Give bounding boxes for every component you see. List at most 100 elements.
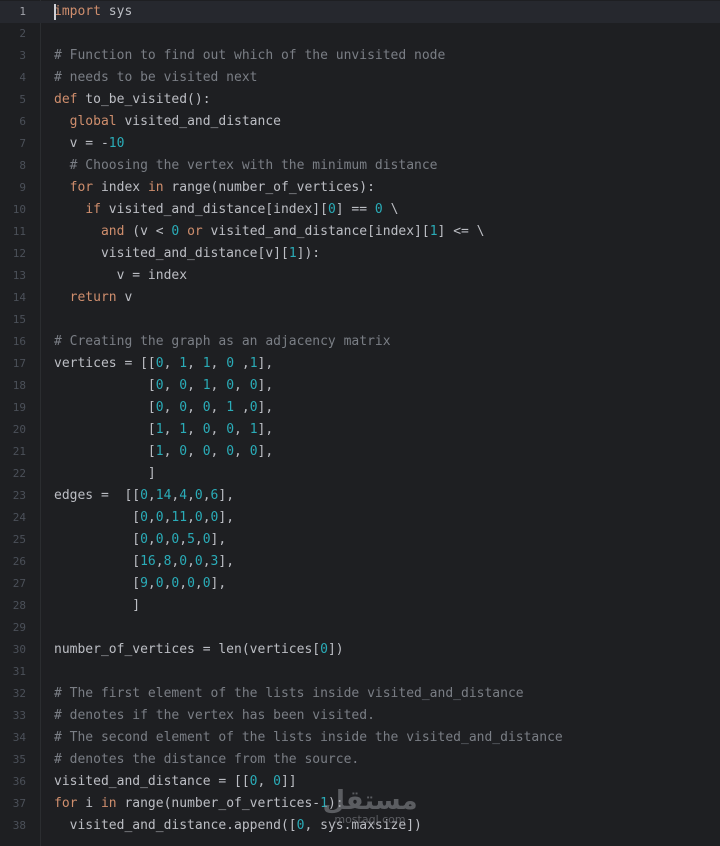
- code-token: 0: [179, 400, 188, 415]
- code-text[interactable]: if visited_and_distance[index][0] == 0 \: [54, 199, 398, 221]
- code-line[interactable]: 36 visited_and_distance = [[0, 0]]: [0, 771, 720, 793]
- code-line[interactable]: 22 ]: [0, 463, 720, 485]
- code-text[interactable]: # Function to find out which of the unvi…: [54, 45, 445, 67]
- code-line[interactable]: 31: [0, 661, 720, 683]
- code-token: ,: [147, 510, 156, 525]
- code-line[interactable]: 26 [16,8,0,0,3],: [0, 551, 720, 573]
- code-line[interactable]: 37 for i in range(number_of_vertices-1):: [0, 793, 720, 815]
- code-text[interactable]: number_of_vertices = len(vertices[0]): [54, 639, 344, 661]
- code-text[interactable]: global visited_and_distance: [54, 111, 281, 133]
- code-token: 0: [155, 400, 164, 415]
- code-line[interactable]: 8 # Choosing the vertex with the minimum…: [0, 155, 720, 177]
- code-line[interactable]: 11 and (v < 0 or visited_and_distance[in…: [0, 221, 720, 243]
- code-token: 0: [179, 554, 188, 569]
- code-text[interactable]: # Creating the graph as an adjacency mat…: [54, 331, 391, 353]
- code-text[interactable]: and (v < 0 or visited_and_distance[index…: [54, 221, 485, 243]
- code-line[interactable]: 38 visited_and_distance.append([0, sys.m…: [0, 815, 720, 837]
- code-text[interactable]: [0,0,0,5,0],: [54, 529, 226, 551]
- code-text[interactable]: ]: [54, 595, 140, 617]
- line-number: 34: [12, 731, 26, 744]
- code-token: 0: [140, 532, 148, 547]
- line-number: 14: [12, 291, 26, 304]
- code-text[interactable]: [1, 0, 0, 0, 0],: [54, 441, 273, 463]
- code-line[interactable]: 32 # The first element of the lists insid…: [0, 683, 720, 705]
- code-line[interactable]: 9 for index in range(number_of_vertices)…: [0, 177, 720, 199]
- code-token: v: [116, 290, 133, 305]
- code-line[interactable]: 15: [0, 309, 720, 331]
- code-token: 0: [320, 642, 328, 657]
- code-token: ,: [194, 576, 203, 591]
- code-text[interactable]: v = index: [54, 265, 187, 287]
- code-line[interactable]: 23 edges = [[0,14,4,0,6],: [0, 485, 720, 507]
- code-token: 0: [249, 774, 258, 789]
- line-number: 28: [12, 599, 26, 612]
- code-text[interactable]: for i in range(number_of_vertices-1):: [54, 793, 344, 815]
- code-line[interactable]: 29: [0, 617, 720, 639]
- code-token: for: [54, 796, 78, 811]
- code-line[interactable]: 7 v = -10: [0, 133, 720, 155]
- code-token: 0: [249, 444, 258, 459]
- code-text[interactable]: # denotes if the vertex has been visited…: [54, 705, 375, 727]
- code-line[interactable]: 13 v = index: [0, 265, 720, 287]
- code-line[interactable]: 34 # The second element of the lists insi…: [0, 727, 720, 749]
- code-text[interactable]: visited_and_distance = [[0, 0]]: [54, 771, 297, 793]
- code-text[interactable]: for index in range(number_of_vertices):: [54, 177, 375, 199]
- code-text[interactable]: # Choosing the vertex with the minimum d…: [54, 155, 438, 177]
- code-token: 1: [429, 224, 438, 239]
- code-text[interactable]: [0, 0, 1, 0, 0],: [54, 375, 273, 397]
- code-token: 0: [249, 378, 258, 393]
- code-line[interactable]: 10 if visited_and_distance[index][0] == …: [0, 199, 720, 221]
- code-text[interactable]: return v: [54, 287, 133, 309]
- code-text[interactable]: # needs to be visited next: [54, 67, 258, 89]
- code-text[interactable]: def to_be_visited():: [54, 89, 211, 111]
- code-line[interactable]: 19 [0, 0, 0, 1 ,0],: [0, 397, 720, 419]
- code-token: to_be_visited():: [77, 92, 211, 107]
- code-text[interactable]: # The first element of the lists inside …: [54, 683, 524, 705]
- code-text[interactable]: import sys: [54, 1, 132, 23]
- code-token: visited_and_distance: [116, 114, 281, 129]
- code-text[interactable]: vertices = [[0, 1, 1, 0 ,1],: [54, 353, 273, 375]
- code-line[interactable]: 25 [0,0,0,5,0],: [0, 529, 720, 551]
- code-text[interactable]: [1, 1, 0, 0, 1],: [54, 419, 273, 441]
- code-line[interactable]: 14 return v: [0, 287, 720, 309]
- code-line[interactable]: 2: [0, 23, 720, 45]
- code-text[interactable]: # denotes the distance from the source.: [54, 749, 359, 771]
- code-text[interactable]: # The second element of the lists inside…: [54, 727, 563, 749]
- code-text[interactable]: v = -10: [54, 133, 125, 155]
- code-token: ,: [202, 488, 211, 503]
- code-line[interactable]: 18 [0, 0, 1, 0, 0],: [0, 375, 720, 397]
- code-token: ,: [187, 510, 195, 525]
- code-line[interactable]: 33 # denotes if the vertex has been visit…: [0, 705, 720, 727]
- code-text[interactable]: visited_and_distance[v][1]):: [54, 243, 320, 265]
- code-token: ,: [257, 774, 274, 789]
- code-text[interactable]: visited_and_distance.append([0, sys.maxs…: [54, 815, 422, 837]
- code-line[interactable]: 28 ]: [0, 595, 720, 617]
- code-line[interactable]: 6 global visited_and_distance: [0, 111, 720, 133]
- code-token: ],: [218, 510, 235, 525]
- code-line[interactable]: 24 [0,0,11,0,0],: [0, 507, 720, 529]
- code-text[interactable]: [0, 0, 0, 1 ,0],: [54, 397, 273, 419]
- code-token: v = index: [54, 268, 188, 283]
- code-line[interactable]: 17 vertices = [[0, 1, 1, 0 ,1],: [0, 353, 720, 375]
- code-line[interactable]: 3 # Function to find out which of the unv…: [0, 45, 720, 67]
- code-line[interactable]: 1 import sys: [0, 1, 720, 23]
- code-line[interactable]: 12 visited_and_distance[v][1]):: [0, 243, 720, 265]
- code-line[interactable]: 21 [1, 0, 0, 0, 0],: [0, 441, 720, 463]
- code-line[interactable]: 27 [9,0,0,0,0],: [0, 573, 720, 595]
- code-token: ],: [257, 356, 274, 371]
- code-text[interactable]: [9,0,0,0,0],: [54, 573, 226, 595]
- code-editor[interactable]: 1 import sys 2 3 # Function to find out whic…: [0, 0, 720, 846]
- code-line[interactable]: 30 number_of_vertices = len(vertices[0]): [0, 639, 720, 661]
- code-text[interactable]: [0,0,11,0,0],: [54, 507, 234, 529]
- line-number: 11: [12, 225, 26, 238]
- code-text[interactable]: [16,8,0,0,3],: [54, 551, 234, 573]
- code-text[interactable]: ]: [54, 463, 156, 485]
- code-line[interactable]: 20 [1, 1, 0, 0, 1],: [0, 419, 720, 441]
- code-token: ],: [218, 554, 235, 569]
- code-line[interactable]: 5 def to_be_visited():: [0, 89, 720, 111]
- code-line[interactable]: 16 # Creating the graph as an adjacency m…: [0, 331, 720, 353]
- code-line[interactable]: 4 # needs to be visited next: [0, 67, 720, 89]
- code-text[interactable]: edges = [[0,14,4,0,6],: [54, 485, 234, 507]
- code-line[interactable]: 35 # denotes the distance from the source…: [0, 749, 720, 771]
